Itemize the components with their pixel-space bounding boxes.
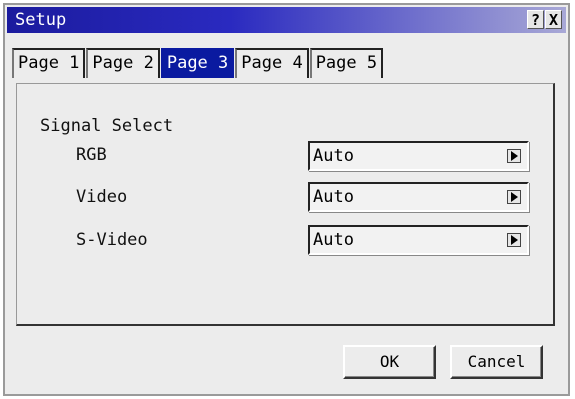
tab-strip: Page 1 Page 2 Page 3 Page 4 Page 5 (12, 48, 384, 78)
tab-page-5[interactable]: Page 5 (309, 48, 384, 78)
s-video-select[interactable]: Auto (308, 225, 529, 255)
tab-page-2[interactable]: Page 2 (86, 48, 160, 78)
title-bar[interactable]: Setup ? X (7, 7, 566, 33)
right-arrow-icon[interactable] (507, 190, 521, 204)
video-select-value: Auto (313, 187, 354, 207)
window-title: Setup (15, 10, 67, 30)
tab-page-3[interactable]: Page 3 (160, 48, 235, 78)
rgb-select[interactable]: Auto (308, 141, 529, 171)
signal-select-heading: Signal Select (40, 116, 174, 136)
right-arrow-icon[interactable] (507, 233, 521, 247)
s-video-select-value: Auto (313, 230, 354, 250)
rgb-label: RGB (76, 145, 107, 165)
cancel-button[interactable]: Cancel (450, 345, 543, 379)
help-button[interactable]: ? (527, 10, 544, 29)
video-label: Video (76, 187, 128, 207)
close-button[interactable]: X (545, 10, 562, 29)
right-arrow-icon[interactable] (507, 149, 521, 163)
tab-page-4[interactable]: Page 4 (235, 48, 309, 78)
rgb-select-value: Auto (313, 146, 354, 166)
video-select[interactable]: Auto (308, 182, 529, 212)
tab-page-1[interactable]: Page 1 (12, 48, 86, 78)
ok-button[interactable]: OK (343, 345, 436, 379)
s-video-label: S-Video (76, 230, 148, 250)
